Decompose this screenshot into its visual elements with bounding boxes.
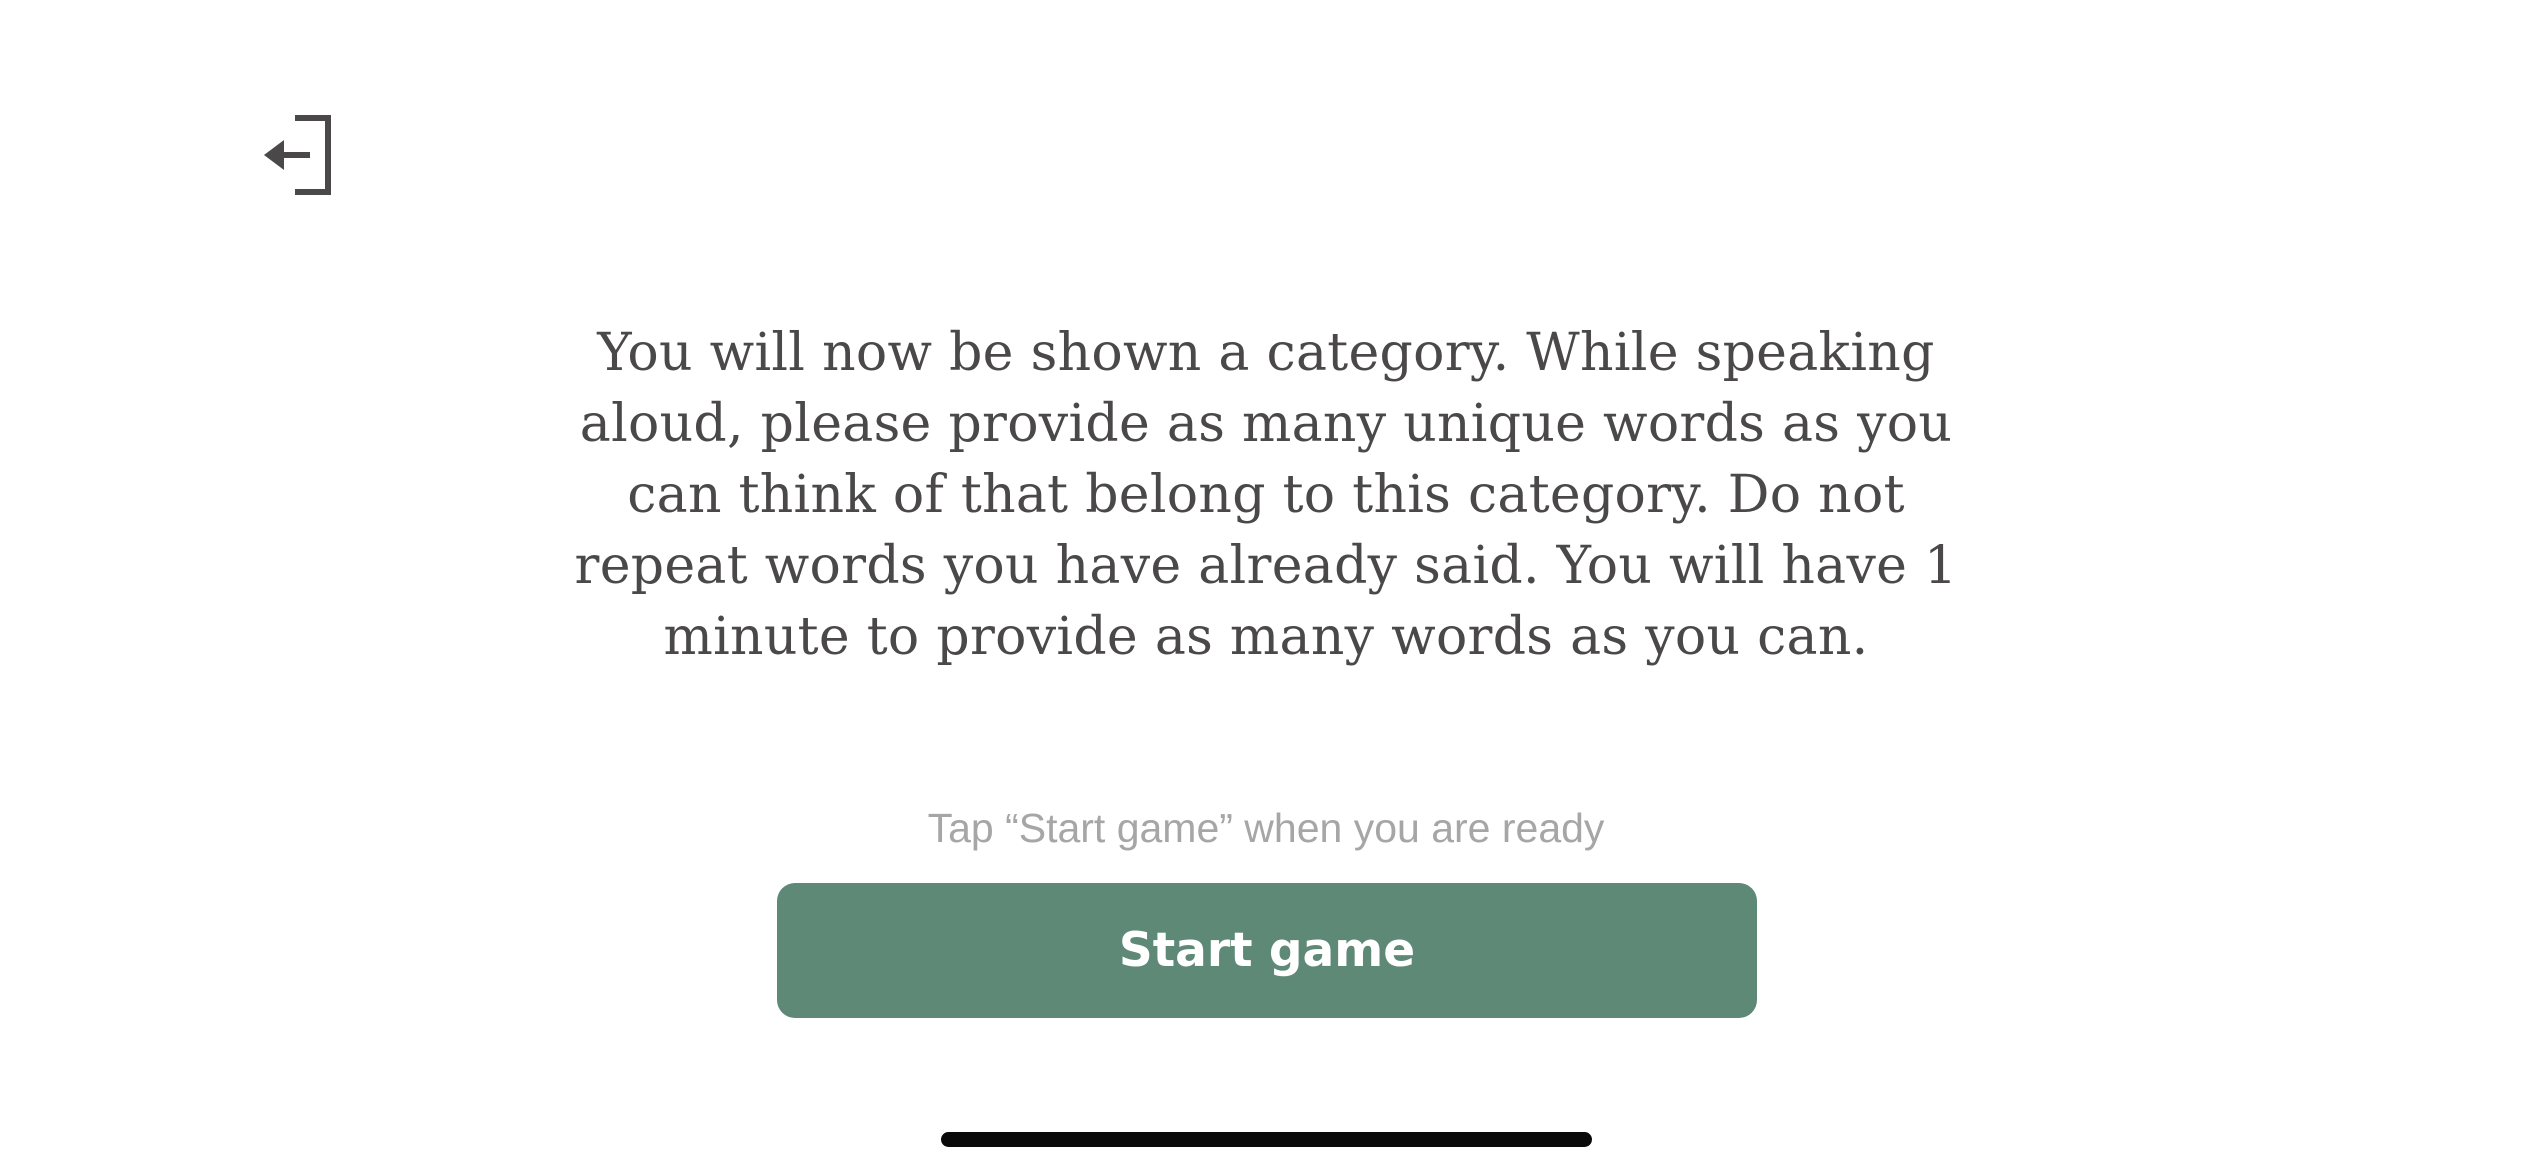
exit-button[interactable] <box>258 112 338 200</box>
start-game-button[interactable]: Start game <box>777 883 1757 1018</box>
exit-arrow-icon <box>264 115 331 195</box>
instructions-screen: You will now be shown a category. While … <box>0 0 2532 1170</box>
instructions-text: You will now be shown a category. While … <box>574 323 1958 667</box>
home-indicator[interactable] <box>941 1132 1592 1147</box>
ready-hint: Tap “Start game” when you are ready <box>927 805 1605 851</box>
